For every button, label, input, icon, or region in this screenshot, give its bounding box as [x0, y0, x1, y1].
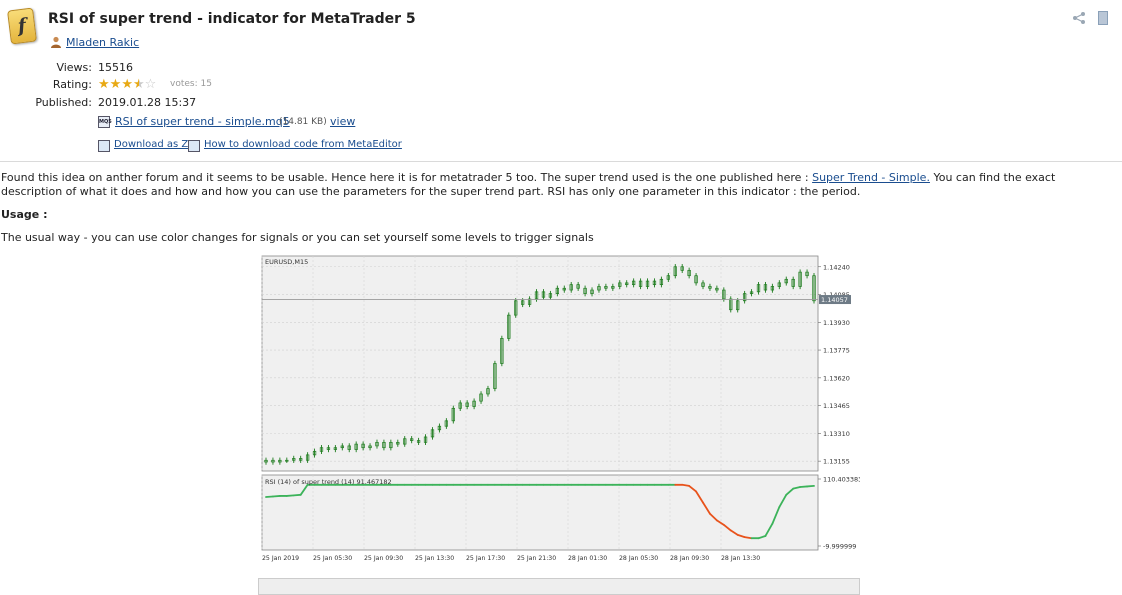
x-tick-label: 28 Jan 01:30 [568, 555, 607, 562]
price-chart-title: EURUSD,M15 [265, 258, 308, 266]
description-paragraph: Found this idea on anther forum and it s… [1, 171, 1119, 199]
price-tick-label: 1.13620 [823, 374, 850, 382]
author-link[interactable]: Mladen Rakic [66, 36, 139, 49]
x-tick-label: 25 Jan 05:30 [313, 555, 352, 562]
rsi-line-segment [806, 485, 815, 488]
download-zip-link[interactable]: Download as ZIP [114, 139, 197, 150]
super-trend-link[interactable]: Super Trend - Simple. [812, 171, 930, 184]
price-tick-label: 1.13930 [823, 319, 850, 327]
mq5-file-icon: MQ5 [98, 116, 112, 128]
votes-count: votes: 15 [170, 79, 212, 89]
rsi-line-segment [272, 495, 281, 498]
file-download-link[interactable]: RSI of super trend - simple.mq5 [115, 115, 290, 128]
rsi-tick-label: 110.403383 [823, 476, 860, 484]
share-icon[interactable] [1072, 11, 1086, 25]
star-half-icon[interactable]: ★ [133, 78, 145, 91]
x-tick-label: 25 Jan 21:30 [517, 555, 556, 562]
chart-svg: 1.142401.140851.139301.137751.136201.134… [258, 253, 862, 568]
rsi-panel [261, 474, 819, 551]
star-empty-icon[interactable]: ☆ [145, 78, 157, 91]
usage-text: The usual way - you can use color change… [1, 231, 594, 244]
star-full-icon[interactable]: ★ [121, 78, 133, 91]
rsi-line-segment [681, 483, 691, 487]
rsi-chart-title: RSI (14) of super trend (14) 91.467182 [265, 478, 392, 486]
page-title: RSI of super trend - indicator for MetaT… [48, 11, 416, 27]
price-tick-label: 1.13310 [823, 430, 850, 438]
rating-label: Rating: [52, 78, 92, 91]
star-full-icon[interactable]: ★ [98, 78, 110, 91]
price-tick-label: 1.13465 [823, 402, 850, 410]
rsi-tick-label: -9.999999 [823, 543, 856, 551]
views-value: 15516 [98, 61, 133, 74]
x-tick-label: 28 Jan 09:30 [670, 555, 709, 562]
divider [0, 161, 1122, 162]
rsi-line-segment [743, 536, 753, 540]
price-tick-label: 1.13775 [823, 347, 850, 355]
price-tick-label: 1.14240 [823, 263, 850, 271]
star-full-icon[interactable]: ★ [110, 78, 122, 91]
usage-heading: Usage : [1, 208, 48, 221]
price-panel [261, 255, 819, 472]
user-icon [51, 36, 61, 48]
x-tick-label: 25 Jan 17:30 [466, 555, 505, 562]
current-price-label: 1.14057 [821, 296, 848, 304]
views-label: Views: [56, 61, 92, 74]
rsi-line-segment [285, 494, 295, 497]
zip-icon [98, 140, 110, 152]
rsi-line-segment [292, 493, 302, 497]
rating-stars[interactable]: ★ ★ ★ ★ ☆ [98, 78, 156, 91]
x-tick-label: 25 Jan 09:30 [364, 555, 403, 562]
x-tick-label: 28 Jan 05:30 [619, 555, 658, 562]
published-label: Published: [35, 96, 92, 109]
how-to-download-link[interactable]: How to download code from MetaEditor [204, 139, 402, 150]
rsi-line-segment [265, 495, 274, 498]
metaeditor-logo-icon: f [7, 7, 37, 45]
description-text-start: Found this idea on anther forum and it s… [1, 171, 809, 184]
view-source-link[interactable]: view [330, 115, 355, 128]
bookmark-icon[interactable] [1098, 11, 1108, 25]
x-tick-label: 28 Jan 13:30 [721, 555, 760, 562]
chart-screenshot: 1.14240 1.14085 1.13930 1.13775 1.13620 1.134… [258, 253, 862, 568]
file-size: (14.81 KB) [279, 117, 327, 127]
rsi-line-segment [799, 485, 808, 488]
metaeditor-icon [188, 140, 200, 152]
x-tick-label: 25 Jan 13:30 [415, 555, 454, 562]
second-chart-thumbnail[interactable] [258, 578, 860, 595]
x-tick-label: 25 Jan 2019 [262, 555, 299, 562]
price-tick-label: 1.13155 [823, 458, 850, 466]
published-value: 2019.01.28 15:37 [98, 96, 197, 109]
